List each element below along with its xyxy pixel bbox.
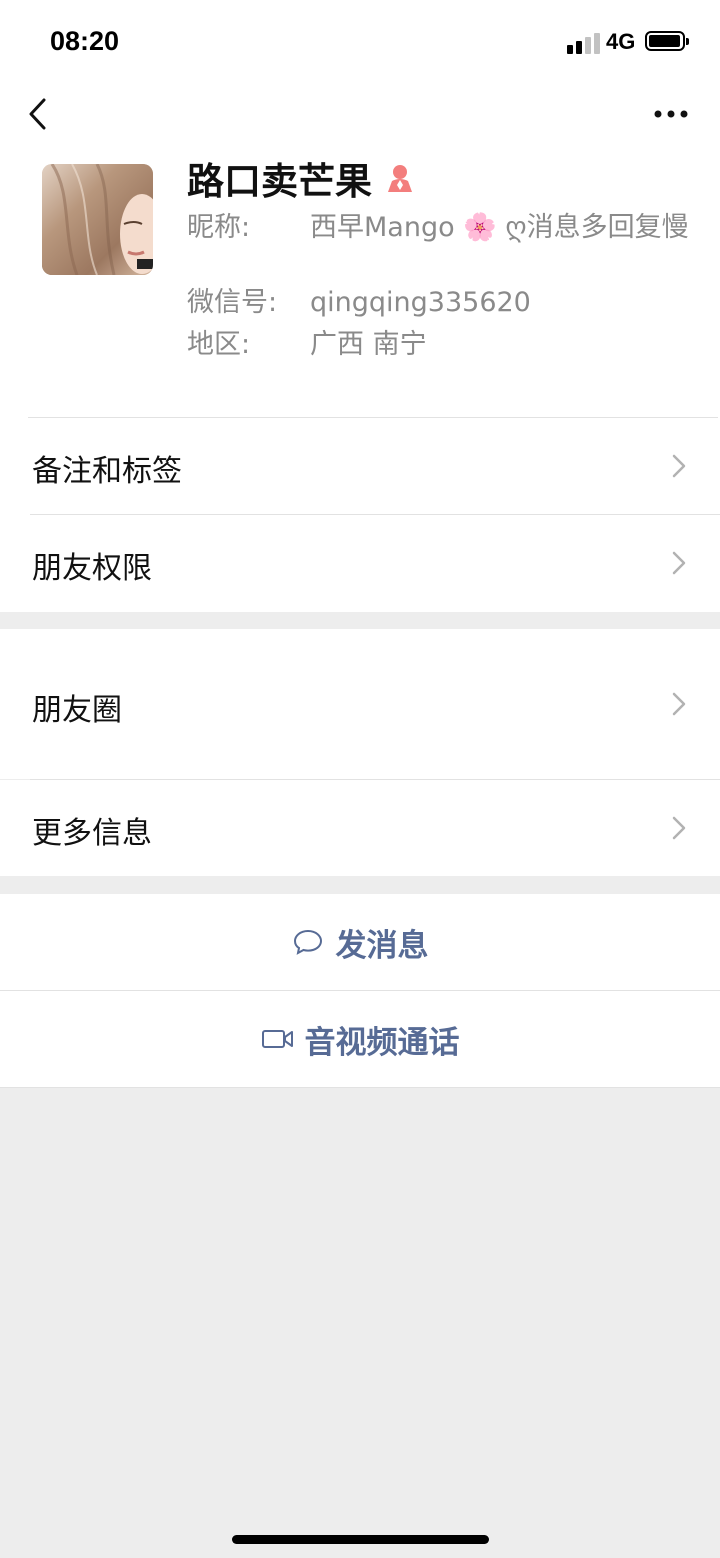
more-info-row[interactable]: 更多信息 <box>0 780 720 876</box>
wechat-id-value: qingqing335620 <box>310 287 531 318</box>
back-button[interactable] <box>22 94 56 134</box>
signal-icon <box>567 32 601 54</box>
region-label: 地区: <box>187 329 251 360</box>
moments-row[interactable]: 朋友圈 <box>0 629 720 779</box>
friend-permissions-label: 朋友权限 <box>32 551 152 586</box>
contact-name: 路口卖芒果 <box>187 160 372 203</box>
wechat-id-label: 微信号: <box>187 287 278 318</box>
chevron-right-icon <box>672 551 686 575</box>
status-time: 08:20 <box>50 26 120 56</box>
more-info-label: 更多信息 <box>32 816 152 851</box>
network-type: 4G <box>606 29 636 54</box>
female-icon <box>388 165 412 192</box>
send-message-button[interactable]: 发消息 <box>0 894 720 990</box>
divider <box>0 1087 720 1088</box>
friend-permissions-row[interactable]: 朋友权限 <box>0 515 720 611</box>
chevron-left-icon <box>29 98 46 130</box>
battery-icon <box>645 31 689 51</box>
video-camera-icon <box>261 1030 293 1048</box>
avatar-photo <box>42 164 153 275</box>
chat-bubble-icon <box>293 929 322 955</box>
profile-name-row: 路口卖芒果 <box>187 152 416 204</box>
nickname-label: 昵称: <box>187 212 251 243</box>
ellipsis-icon <box>654 110 688 118</box>
avatar[interactable] <box>42 164 153 275</box>
more-button[interactable] <box>650 100 692 128</box>
send-message-label: 发消息 <box>335 927 429 964</box>
contact-profile-screen: 08:20 4G 路口卖芒果 昵称: 西早Mango 🌸 ღ消息多回复慢 微信号… <box>0 0 720 1558</box>
home-indicator[interactable] <box>232 1535 489 1544</box>
region-value: 广西 南宁 <box>310 329 427 360</box>
video-call-button[interactable]: 音视频通话 <box>0 991 720 1087</box>
video-call-label: 音视频通话 <box>304 1024 460 1061</box>
chevron-right-icon <box>672 454 686 478</box>
nickname-value: 西早Mango 🌸 ღ消息多回复慢 <box>310 212 689 243</box>
chevron-right-icon <box>672 816 686 840</box>
remarks-tags-row[interactable]: 备注和标签 <box>0 418 720 514</box>
chevron-right-icon <box>672 692 686 716</box>
remarks-tags-label: 备注和标签 <box>32 454 182 489</box>
moments-label: 朋友圈 <box>32 693 122 728</box>
